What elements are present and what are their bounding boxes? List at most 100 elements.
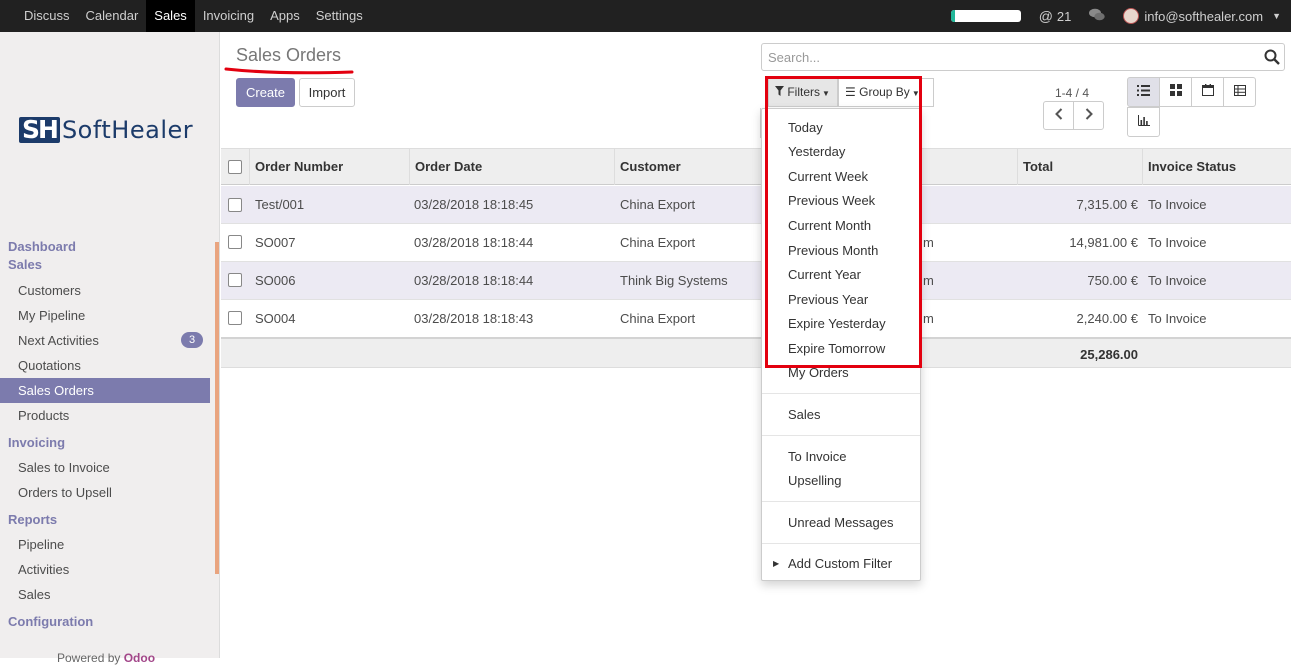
- filter-sales[interactable]: Sales: [788, 407, 821, 422]
- notifications[interactable]: @ 21: [1039, 8, 1072, 24]
- list-icon: ☰: [845, 85, 856, 99]
- sidebar-section-configuration: Configuration: [8, 614, 94, 629]
- user-menu[interactable]: info@softhealer.com ▼: [1123, 8, 1281, 24]
- filters-button[interactable]: Filters ▼: [768, 78, 838, 107]
- at-icon: @: [1038, 8, 1053, 24]
- pivot-view-button[interactable]: [1223, 77, 1256, 107]
- sidebar-section-invoicing: Invoicing: [8, 435, 66, 450]
- pager-value[interactable]: 1-4 / 4: [1055, 86, 1089, 100]
- sidebar-item-customers[interactable]: Customers: [0, 278, 210, 303]
- sidebar-item-pipeline[interactable]: Pipeline: [0, 532, 210, 557]
- company-logo: SH SoftHealer: [19, 116, 193, 144]
- filter-previous-week[interactable]: Previous Week: [788, 193, 875, 208]
- user-email: info@softhealer.com: [1144, 8, 1264, 24]
- divider: [762, 501, 920, 502]
- pager-next-button[interactable]: [1073, 101, 1104, 130]
- sidebar-item-sales-report[interactable]: Sales: [0, 582, 210, 607]
- filter-previous-month[interactable]: Previous Month: [788, 243, 878, 258]
- filter-unread-messages[interactable]: Unread Messages: [788, 515, 894, 530]
- app-calendar[interactable]: Calendar: [78, 0, 147, 32]
- filter-icon: [775, 85, 787, 99]
- chat-icon[interactable]: [1089, 8, 1106, 25]
- column-invoice-status[interactable]: Invoice Status: [1142, 149, 1291, 185]
- row-checkbox[interactable]: [228, 311, 242, 325]
- divider: [762, 543, 920, 544]
- filter-previous-year[interactable]: Previous Year: [788, 292, 868, 307]
- filter-current-year[interactable]: Current Year: [788, 267, 861, 282]
- add-custom-filter[interactable]: Add Custom Filter: [788, 556, 892, 571]
- table-row[interactable]: SO004 03/28/2018 18:18:43 China Export m…: [221, 300, 1291, 338]
- row-checkbox[interactable]: [228, 273, 242, 287]
- list-view-icon: [1137, 85, 1150, 96]
- top-navbar: Discuss Calendar Sales Invoicing Apps Se…: [0, 0, 1291, 32]
- row-checkbox[interactable]: [228, 235, 242, 249]
- search-placeholder: Search...: [768, 50, 821, 65]
- sidebar-item-sales-orders[interactable]: Sales Orders: [0, 378, 210, 403]
- caret-down-icon: ▼: [822, 89, 830, 98]
- row-checkbox[interactable]: [228, 198, 242, 212]
- filter-upselling[interactable]: Upselling: [788, 473, 841, 488]
- create-button[interactable]: Create: [236, 78, 295, 107]
- filter-yesterday[interactable]: Yesterday: [788, 144, 845, 159]
- sidebar-section-dashboard[interactable]: Dashboard: [0, 238, 210, 256]
- filter-current-week[interactable]: Current Week: [788, 169, 868, 184]
- app-menu: Discuss Calendar Sales Invoicing Apps Se…: [16, 0, 371, 32]
- import-button[interactable]: Import: [299, 78, 355, 107]
- search-icon[interactable]: [1264, 49, 1280, 68]
- activities-count-badge: 3: [181, 332, 203, 348]
- sidebar-item-orders-to-upsell[interactable]: Orders to Upsell: [0, 480, 210, 505]
- calendar-view-button[interactable]: [1191, 77, 1224, 107]
- app-invoicing[interactable]: Invoicing: [195, 0, 262, 32]
- chevron-down-icon: ▼: [1272, 11, 1281, 21]
- sidebar-section-sales: Sales: [8, 257, 42, 272]
- sidebar-nav: Dashboard Sales Customers My Pipeline Ne…: [0, 238, 210, 631]
- sidebar-item-activities[interactable]: Activities: [0, 557, 210, 582]
- caret-right-icon: ▶: [773, 559, 780, 568]
- bar-chart-icon: [1137, 115, 1150, 126]
- filter-current-month[interactable]: Current Month: [788, 218, 871, 233]
- select-all-checkbox[interactable]: [228, 160, 242, 174]
- onboarding-progress-bar[interactable]: [950, 10, 1021, 22]
- table-footer: 25,286.00: [221, 337, 1291, 368]
- pivot-view-icon: [1233, 85, 1246, 96]
- odoo-link[interactable]: Odoo: [124, 651, 155, 665]
- graph-view-button[interactable]: [1127, 107, 1160, 137]
- app-discuss[interactable]: Discuss: [16, 0, 78, 32]
- sidebar-item-products[interactable]: Products: [0, 403, 210, 428]
- filter-to-invoice[interactable]: To Invoice: [788, 449, 847, 464]
- filter-my-orders[interactable]: My Orders: [788, 365, 849, 380]
- red-underline-annotation: [224, 67, 354, 75]
- filter-today[interactable]: Today: [788, 120, 823, 135]
- column-order-date[interactable]: Order Date: [409, 149, 615, 185]
- sidebar-scrollbar[interactable]: [215, 242, 219, 574]
- filter-expire-yesterday[interactable]: Expire Yesterday: [788, 316, 886, 331]
- chevron-right-icon: [1085, 108, 1093, 120]
- caret-down-icon: ▼: [911, 89, 920, 98]
- table-row[interactable]: SO006 03/28/2018 18:18:44 Think Big Syst…: [221, 262, 1291, 300]
- chevron-left-icon: [1054, 108, 1062, 120]
- list-view-button[interactable]: [1127, 77, 1160, 107]
- pager-previous-button[interactable]: [1043, 101, 1074, 130]
- column-order-number[interactable]: Order Number: [249, 149, 409, 185]
- group-by-button[interactable]: ☰ Group By ▼: [838, 78, 934, 107]
- app-apps[interactable]: Apps: [262, 0, 308, 32]
- divider: [762, 393, 920, 394]
- kanban-view-button[interactable]: [1159, 77, 1192, 107]
- sidebar-item-sales-to-invoice[interactable]: Sales to Invoice: [0, 455, 210, 480]
- column-total[interactable]: Total: [1017, 149, 1142, 185]
- divider: [762, 435, 920, 436]
- search-input[interactable]: Search...: [761, 43, 1285, 71]
- kanban-view-icon: [1169, 84, 1182, 96]
- sidebar-item-my-pipeline[interactable]: My Pipeline: [0, 303, 210, 328]
- table-header: Order Number Order Date Customer Total I…: [221, 148, 1291, 185]
- sidebar: SH SoftHealer Dashboard Sales Customers …: [0, 32, 220, 665]
- app-settings[interactable]: Settings: [308, 0, 371, 32]
- app-sales[interactable]: Sales: [146, 0, 195, 32]
- table-row[interactable]: Test/001 03/28/2018 18:18:45 China Expor…: [221, 186, 1291, 224]
- table-row[interactable]: SO007 03/28/2018 18:18:44 China Export m…: [221, 224, 1291, 262]
- filter-expire-tomorrow[interactable]: Expire Tomorrow: [788, 341, 885, 356]
- sidebar-item-next-activities[interactable]: Next Activities 3: [0, 328, 210, 353]
- notification-count: 21: [1056, 8, 1072, 24]
- sidebar-item-quotations[interactable]: Quotations: [0, 353, 210, 378]
- page-title: Sales Orders: [236, 45, 342, 65]
